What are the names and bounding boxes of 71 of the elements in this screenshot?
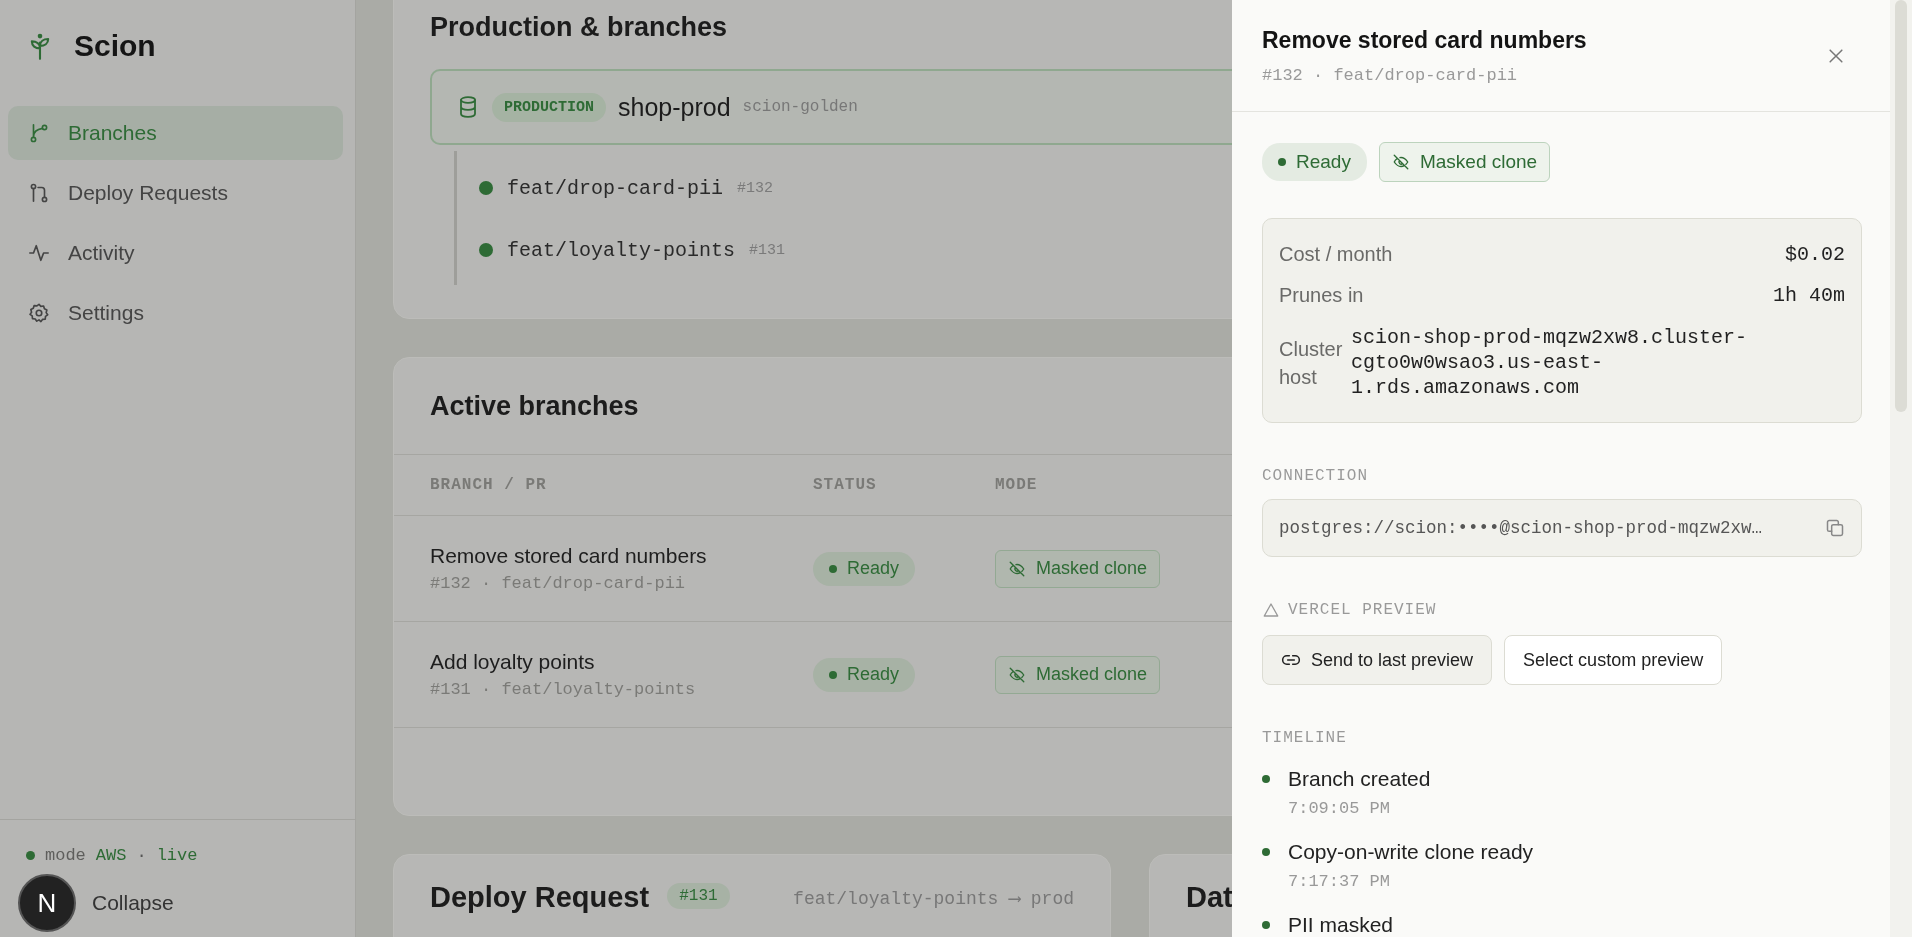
database-name: shop-prod	[618, 92, 731, 122]
status-dot	[479, 243, 493, 257]
branch-name[interactable]: feat/drop-card-pii	[507, 176, 724, 200]
eye-off-icon	[1008, 559, 1026, 578]
scrollbar-thumb[interactable]	[1895, 0, 1907, 412]
event-time: 7:09:05 PM	[1288, 799, 1392, 818]
card-title: Active branches	[430, 390, 639, 422]
status-badge: Ready	[813, 551, 916, 586]
column-header: MODE	[995, 476, 1039, 494]
mode-value: AWS	[95, 846, 127, 865]
branch-icon	[28, 122, 50, 144]
status-badge: Ready	[813, 657, 916, 692]
timeline-dot	[1262, 775, 1270, 783]
collapse-button[interactable]: Collapse	[92, 887, 174, 919]
branch-meta: #131 · feat/loyalty-points	[430, 680, 696, 699]
settings-icon	[28, 302, 50, 324]
status-badge: Ready	[1262, 143, 1367, 181]
detail-label: Cost / month	[1279, 243, 1393, 266]
branch-title: Add loyalty points	[430, 650, 595, 674]
source-name: scion-golden	[742, 98, 858, 116]
pull-request-icon	[28, 182, 50, 204]
triangle-icon	[1262, 601, 1280, 619]
detail-label: Cluster host	[1279, 336, 1344, 390]
column-header: BRANCH / PR	[430, 476, 548, 494]
separator-dot: ·	[136, 846, 147, 865]
detail-label: Prunes in	[1279, 284, 1364, 307]
pr-number: #132	[737, 179, 774, 197]
detail-value: $0.02	[1785, 243, 1845, 266]
section-label: VERCEL PREVIEW	[1288, 601, 1437, 619]
timeline-dot	[1262, 848, 1270, 856]
preview-button[interactable]: Select custom preview	[1504, 635, 1723, 685]
detail-value: scion-shop-prod-mqzw2xw8.cluster-cgto0w0wsao3.us-east-1.rds.amazonaws.com	[1351, 325, 1749, 400]
branch-name[interactable]: feat/loyalty-points	[507, 238, 736, 262]
live-label: live	[156, 846, 198, 865]
production-badge: PRODUCTION	[492, 92, 606, 122]
copy-icon	[1825, 518, 1845, 538]
mode-badge: Masked clone	[995, 655, 1161, 694]
branch-meta: #132 · feat/drop-card-pii	[1262, 66, 1519, 85]
timeline-dot	[1262, 921, 1270, 929]
activity-icon	[28, 242, 50, 264]
sidebar-nav-item[interactable]: Activity	[8, 226, 343, 280]
preview-button[interactable]: Send to last preview	[1262, 635, 1493, 685]
status-dot	[26, 851, 35, 860]
branch-title: Remove stored card numbers	[430, 544, 707, 568]
sidebar-nav-item[interactable]: Deploy Requests	[8, 166, 343, 220]
sidebar-nav-item[interactable]: Settings	[8, 286, 343, 340]
mode-label: mode	[45, 846, 86, 865]
card-title: Production & branches	[430, 12, 729, 43]
section-label: TIMELINE	[1262, 729, 1348, 747]
event-title: Branch created	[1288, 767, 1431, 791]
eye-off-icon	[1391, 153, 1410, 171]
pr-number: #131	[749, 241, 786, 259]
mode-badge: Masked clone	[995, 549, 1161, 588]
pr-badge: #131	[667, 883, 730, 909]
mode-badge: Masked clone	[1378, 142, 1551, 182]
event-title: PII masked	[1288, 913, 1394, 937]
event-title: Copy-on-write clone ready	[1288, 840, 1534, 864]
drawer-title: Remove stored card numbers	[1262, 27, 1587, 54]
production-row[interactable]: PRODUCTION shop-prod scion-golden	[430, 69, 1232, 145]
connection-string-field[interactable]: postgres://scion:••••@scion-shop-prod-mqzw2xw…	[1262, 499, 1862, 557]
detail-value: 1h 40m	[1773, 284, 1845, 307]
status-dot	[479, 181, 493, 195]
event-time: 7:17:37 PM	[1288, 872, 1392, 891]
branch-meta: #132 · feat/drop-card-pii	[430, 574, 686, 593]
section-label: CONNECTION	[1262, 467, 1369, 485]
branch-route: feat/loyalty-points ⟶ prod	[793, 888, 1074, 909]
app-logo-text: Scion	[74, 29, 156, 63]
card-title: Deploy Request	[430, 881, 650, 914]
card-title: Dat	[1186, 881, 1232, 914]
column-header: STATUS	[813, 476, 878, 494]
eye-off-icon	[1008, 665, 1026, 684]
